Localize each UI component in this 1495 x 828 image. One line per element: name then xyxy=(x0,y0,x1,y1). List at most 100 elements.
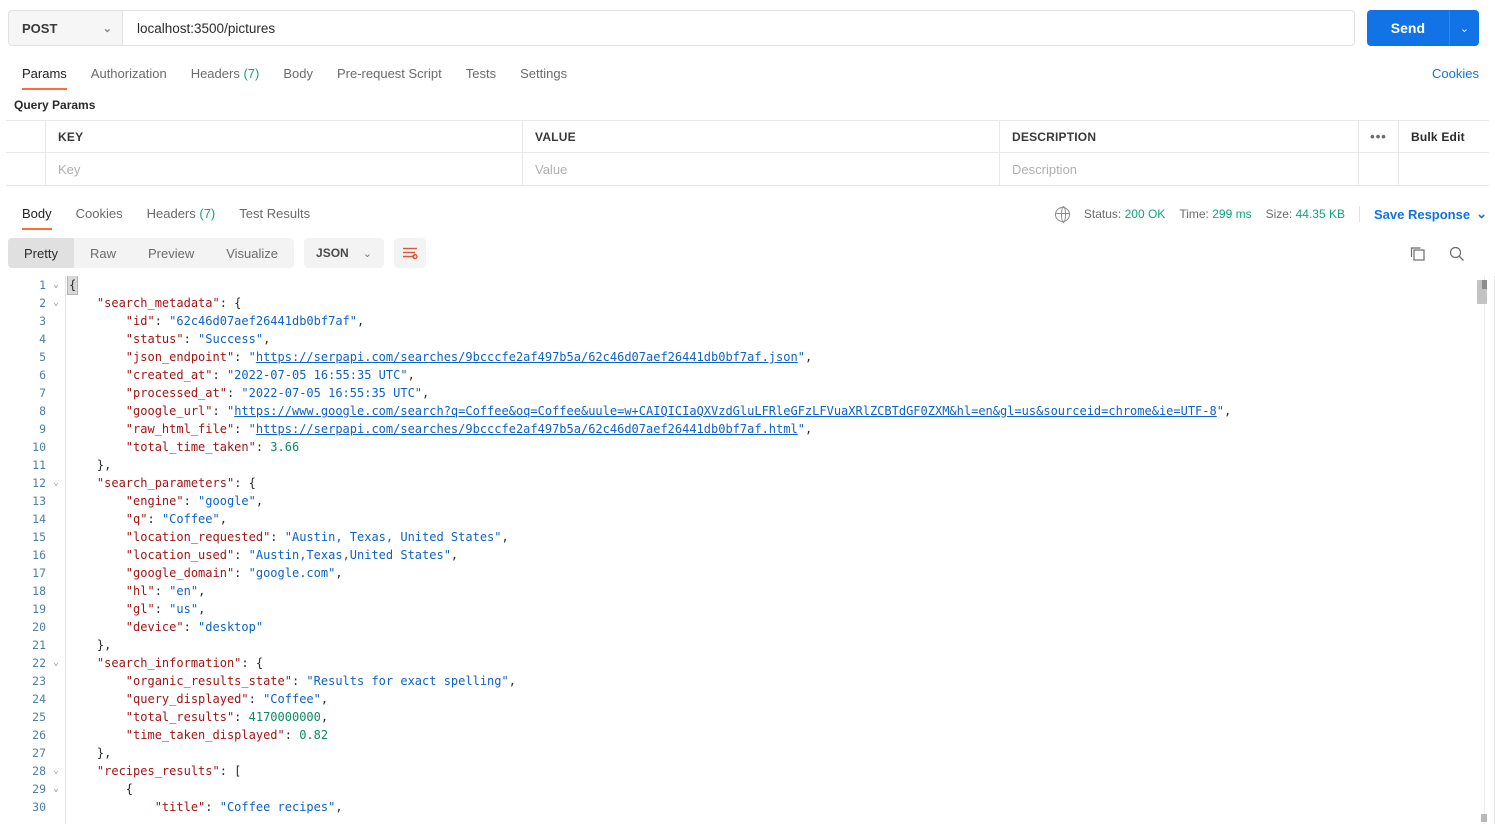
response-format-label: JSON xyxy=(316,246,349,260)
select-all-checkbox-cell[interactable] xyxy=(6,121,46,152)
fold-toggle-icon[interactable]: ⌄ xyxy=(46,654,66,672)
scrollbar-thumb-cap xyxy=(1482,280,1487,289)
response-meta: Status: 200 OK Time: 299 ms Size: 44.35 … xyxy=(1054,206,1487,230)
code-content: "location_used": "Austin,Texas,United St… xyxy=(66,546,1495,564)
line-number: 30 xyxy=(32,800,46,814)
tab-label: Settings xyxy=(520,66,568,81)
save-response-button[interactable]: Save Response ⌄ xyxy=(1374,206,1487,222)
code-line: 29 ⌄ { xyxy=(0,780,1495,798)
tab-tests[interactable]: Tests xyxy=(454,66,508,90)
fold-toggle-icon[interactable]: ⌄ xyxy=(46,294,66,312)
response-tab-headers[interactable]: Headers (7) xyxy=(135,206,228,230)
json-token-lnk[interactable]: https://www.google.com/search?q=Coffee&o… xyxy=(234,404,1217,418)
json-token-cursor: { xyxy=(66,276,79,295)
code-content: "hl": "en", xyxy=(66,582,1495,600)
table-options-button[interactable]: ••• xyxy=(1359,121,1399,152)
row-checkbox-cell[interactable] xyxy=(6,153,46,185)
table-header-row: KEY VALUE DESCRIPTION ••• Bulk Edit xyxy=(6,121,1489,153)
line-number: 25 xyxy=(32,710,46,724)
view-mode-preview[interactable]: Preview xyxy=(132,238,210,268)
response-tab-test-results[interactable]: Test Results xyxy=(227,206,322,230)
search-button[interactable] xyxy=(1448,245,1465,262)
view-mode-raw[interactable]: Raw xyxy=(74,238,132,268)
json-token-k: "location_used" xyxy=(125,548,235,562)
code-content: }, xyxy=(66,456,1495,474)
tab-params[interactable]: Params xyxy=(8,66,79,90)
view-mode-visualize[interactable]: Visualize xyxy=(210,238,294,268)
code-line: 1 ⌄{ xyxy=(0,276,1495,295)
vertical-scrollbar[interactable] xyxy=(1477,276,1489,824)
json-token-n: 3.66 xyxy=(270,440,300,454)
code-content: "created_at": "2022-07-05 16:55:35 UTC", xyxy=(66,366,1495,384)
json-token-p: , xyxy=(407,368,415,382)
tab-pre-request-script[interactable]: Pre-request Script xyxy=(325,66,454,90)
param-key-input[interactable]: Key xyxy=(46,153,523,185)
wrap-lines-button[interactable] xyxy=(393,238,426,268)
tab-body[interactable]: Body xyxy=(271,66,325,90)
tab-label: Authorization xyxy=(90,66,167,81)
fold-toggle-icon[interactable]: ⌄ xyxy=(46,762,66,780)
code-line: 23 "organic_results_state": "Results for… xyxy=(0,672,1495,690)
cookies-link[interactable]: Cookies xyxy=(1432,66,1487,90)
request-url-input[interactable]: localhost:3500/pictures xyxy=(122,10,1355,46)
json-token-s: "google.com" xyxy=(248,566,336,580)
globe-icon xyxy=(1054,206,1070,224)
json-token-p: : xyxy=(270,530,285,544)
bulk-edit-button[interactable]: Bulk Edit xyxy=(1399,121,1489,152)
param-description-input[interactable]: Description xyxy=(1000,153,1359,185)
chevron-down-icon: ⌄ xyxy=(1476,206,1487,221)
size-value: 44.35 KB xyxy=(1295,207,1345,221)
tab-authorization[interactable]: Authorization xyxy=(79,66,179,90)
response-body-json-viewer[interactable]: 1 ⌄{2 ⌄ "search_metadata": {3 "id": "62c46… xyxy=(0,276,1495,824)
send-options-button[interactable]: ⌄ xyxy=(1449,10,1479,46)
copy-button[interactable] xyxy=(1409,245,1426,262)
code-content: "gl": "us", xyxy=(66,600,1495,618)
response-tab-body[interactable]: Body xyxy=(8,206,64,230)
view-mode-pretty[interactable]: Pretty xyxy=(8,238,74,268)
code-content: }, xyxy=(66,636,1495,654)
code-content: { xyxy=(66,276,1495,295)
line-number: 5 xyxy=(39,350,46,364)
tab-headers[interactable]: Headers (7) xyxy=(179,66,272,90)
size-badge: Size: 44.35 KB xyxy=(1266,207,1345,221)
code-lines: 1 ⌄{2 ⌄ "search_metadata": {3 "id": "62c46… xyxy=(0,276,1495,816)
json-token-p: , xyxy=(357,314,365,328)
bulk-edit-label: Bulk Edit xyxy=(1411,129,1465,144)
fold-toggle-icon[interactable]: ⌄ xyxy=(46,276,66,294)
line-number: 12 xyxy=(32,476,46,490)
json-token-lnk[interactable]: https://serpapi.com/searches/9bcccfe2af4… xyxy=(256,422,798,436)
json-token-s: "Coffee recipes" xyxy=(219,800,336,814)
json-token-k: "google_url" xyxy=(125,404,213,418)
tab-settings[interactable]: Settings xyxy=(508,66,579,90)
fold-toggle-icon[interactable]: ⌄ xyxy=(46,780,66,798)
send-button[interactable]: Send xyxy=(1366,10,1449,46)
response-format-select[interactable]: JSON ⌄ xyxy=(304,238,384,268)
json-token-k: "engine" xyxy=(125,494,184,508)
line-number: 15 xyxy=(32,530,46,544)
json-token-k: "search_information" xyxy=(96,656,242,670)
json-token-s: " xyxy=(248,422,256,436)
json-token-p: }, xyxy=(96,458,112,472)
json-token-k: "title" xyxy=(154,800,206,814)
param-value-input[interactable]: Value xyxy=(523,153,1000,185)
json-token-k: "google_domain" xyxy=(125,566,235,580)
save-response-label: Save Response xyxy=(1373,206,1471,222)
tab-label: Body xyxy=(22,206,52,221)
tab-label: Cookies xyxy=(75,206,123,221)
row-options-cell[interactable] xyxy=(1359,153,1399,185)
json-token-p: { xyxy=(125,782,134,796)
json-token-p: , xyxy=(335,566,343,580)
line-number: 13 xyxy=(32,494,46,508)
code-line: 9 "raw_html_file": "https://serpapi.com/… xyxy=(0,420,1495,438)
http-method-select[interactable]: POST ⌄ xyxy=(8,10,122,46)
response-tab-cookies[interactable]: Cookies xyxy=(64,206,135,230)
json-token-lnk[interactable]: https://serpapi.com/searches/9bcccfe2af4… xyxy=(256,350,798,364)
code-line: 10 "total_time_taken": 3.66 xyxy=(0,438,1495,456)
fold-toggle-icon[interactable]: ⌄ xyxy=(46,474,66,492)
json-token-p: : { xyxy=(219,296,242,310)
